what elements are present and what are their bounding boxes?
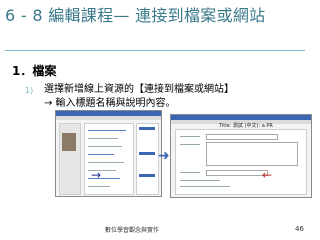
block-header	[139, 174, 155, 177]
form-line	[180, 186, 230, 187]
content-line	[88, 154, 114, 155]
content-line	[88, 138, 118, 139]
popup-title: Title: 測試 (中文): a.PR	[219, 123, 273, 129]
form-line	[180, 136, 200, 137]
title-divider	[5, 50, 305, 51]
right-pane	[136, 123, 159, 195]
bullet-line-2: → 輸入標題名稱與說明內容。	[44, 98, 176, 109]
arrow-icon: →	[91, 168, 102, 182]
footer-text: 數位學習觀念與實作	[105, 227, 160, 234]
add-link-form-screenshot: Title: 測試 (中文): a.PR	[170, 114, 312, 198]
arrow-icon: ←	[262, 168, 273, 182]
bullet-number: 1)	[25, 86, 34, 95]
name-field	[206, 134, 278, 140]
url-field	[206, 170, 268, 176]
content-line	[88, 146, 122, 147]
bullet-line-1: 選擇新增線上資源的【連接到檔案或網站】	[44, 84, 234, 95]
profile-photo	[62, 133, 76, 151]
page-number: 46	[295, 225, 304, 233]
form-line	[180, 172, 200, 173]
form-line	[180, 180, 220, 181]
block-header	[139, 127, 155, 130]
summary-field	[206, 142, 298, 166]
content-line	[88, 130, 126, 131]
window-menubar	[56, 116, 161, 120]
bullet-text: 選擇新增線上資源的【連接到檔案或網站】 → 輸入標題名稱與說明內容。	[44, 83, 306, 111]
slide-title: 6 - 8 編輯課程— 連接到檔案或網站	[5, 6, 266, 25]
form-pane	[175, 129, 307, 195]
content-line	[88, 186, 110, 187]
section-heading: 1．檔案	[12, 64, 57, 78]
form-line	[180, 144, 200, 145]
content-line	[88, 162, 124, 163]
content-pane	[84, 123, 134, 195]
block-header	[139, 152, 155, 155]
course-page-screenshot	[55, 110, 162, 197]
arrow-right-icon: ➜	[158, 148, 170, 164]
